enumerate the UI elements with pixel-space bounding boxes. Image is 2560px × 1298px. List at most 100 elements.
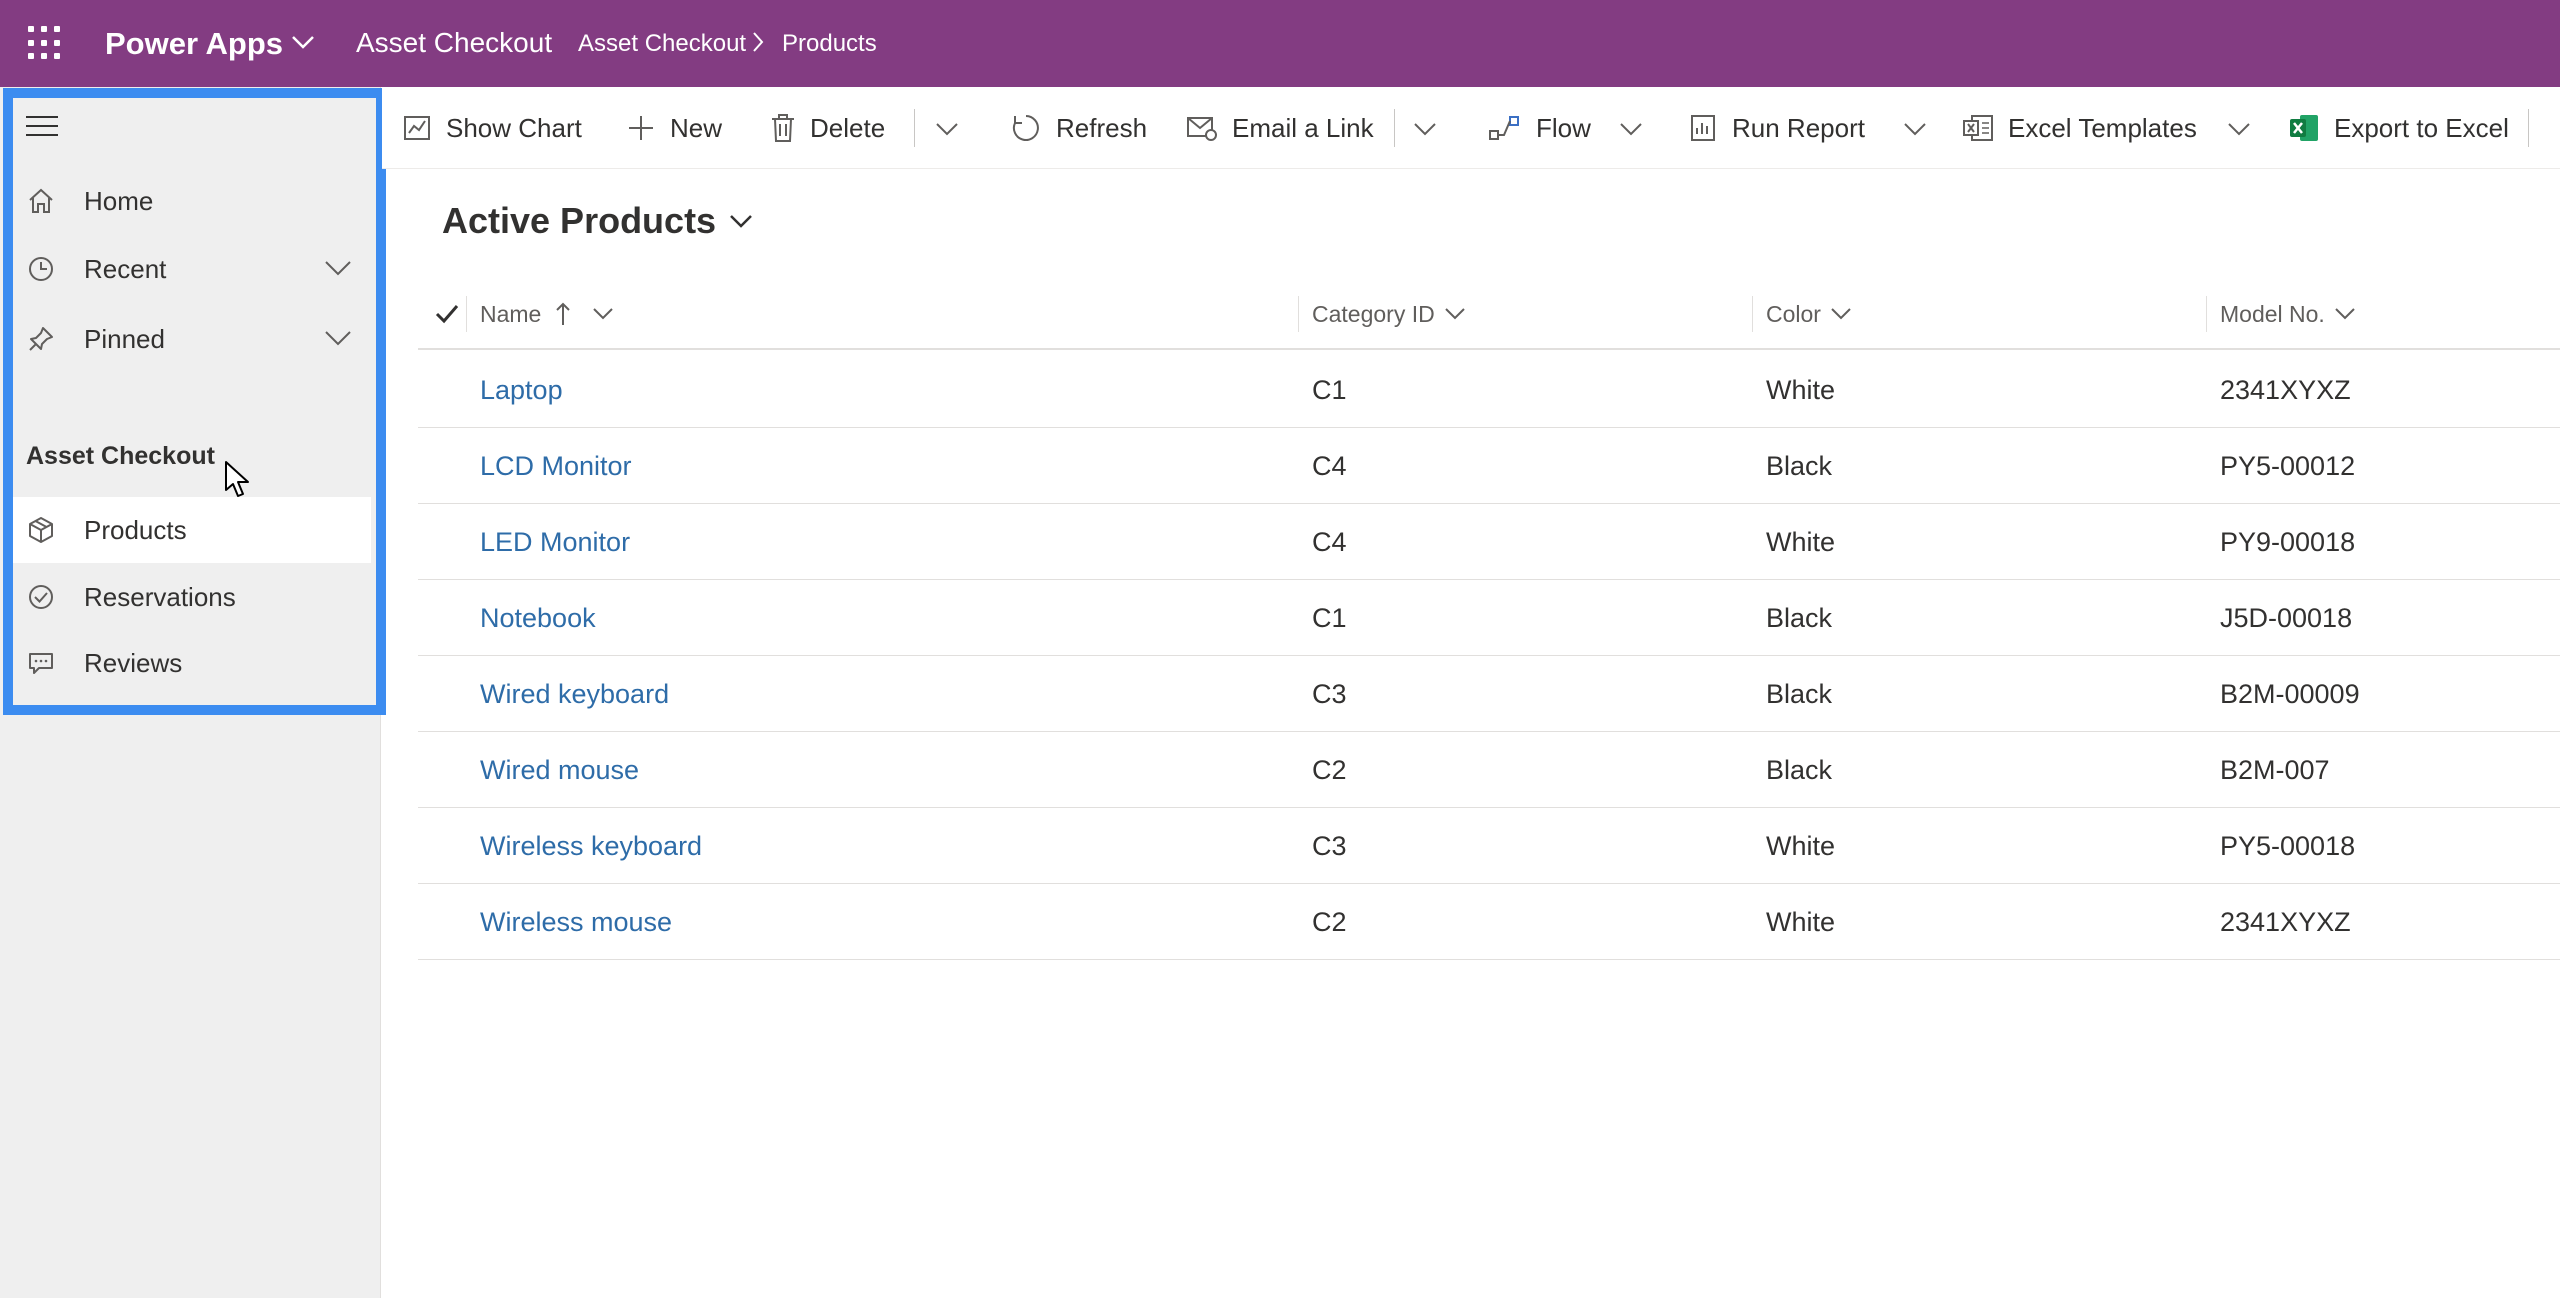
grid-header: Name Category ID Color Model No. bbox=[418, 278, 2560, 350]
chevron-down-icon[interactable] bbox=[1412, 121, 1438, 137]
export-excel-button[interactable]: Export to Excel bbox=[2288, 87, 2509, 169]
table-row[interactable]: LCD Monitor C4 Black PY5-00012 bbox=[418, 428, 2560, 504]
cell-name[interactable]: Wireless mouse bbox=[480, 884, 672, 960]
cell-name[interactable]: Notebook bbox=[480, 580, 596, 656]
clock-icon bbox=[29, 257, 53, 281]
chevron-down-icon bbox=[730, 215, 752, 228]
cell-category: C2 bbox=[1312, 906, 1347, 937]
table-row[interactable]: LED Monitor C4 White PY9-00018 bbox=[418, 504, 2560, 580]
app-name[interactable]: Power Apps bbox=[105, 26, 283, 62]
chart-icon bbox=[404, 116, 430, 140]
pin-icon bbox=[29, 327, 53, 351]
column-header-model-no[interactable]: Model No. bbox=[2220, 278, 2357, 350]
column-divider bbox=[2206, 296, 2207, 332]
cell-name[interactable]: LCD Monitor bbox=[480, 428, 632, 504]
sidebar-section-label: Asset Checkout bbox=[26, 442, 215, 470]
select-all-checkmark-icon[interactable] bbox=[434, 302, 460, 326]
table-row[interactable]: Wireless keyboard C3 White PY5-00018 bbox=[418, 808, 2560, 884]
cell-model: PY5-00012 bbox=[2220, 450, 2356, 481]
sidebar-item-label: Products bbox=[84, 514, 187, 545]
chevron-down-icon[interactable] bbox=[323, 258, 353, 278]
delete-label: Delete bbox=[810, 112, 886, 143]
delete-button[interactable]: Delete bbox=[770, 87, 885, 169]
cell-color: Black bbox=[1766, 754, 1833, 785]
column-header-color[interactable]: Color bbox=[1766, 278, 1853, 350]
table-row[interactable]: Wired mouse C2 Black B2M-007 bbox=[418, 732, 2560, 808]
chevron-down-icon[interactable] bbox=[934, 121, 960, 137]
sidebar-item-label: Reviews bbox=[84, 647, 183, 678]
column-header-label: Category ID bbox=[1312, 300, 1435, 327]
sidebar-item-pinned[interactable]: Pinned bbox=[10, 306, 371, 372]
cell-category: C1 bbox=[1312, 602, 1347, 633]
new-label: New bbox=[670, 112, 723, 143]
page-title: Active Products bbox=[442, 200, 717, 241]
cell-color: White bbox=[1766, 906, 1836, 937]
sidebar-item-recent[interactable]: Recent bbox=[10, 236, 371, 302]
chevron-down-icon[interactable] bbox=[1902, 121, 1928, 137]
view-selector[interactable]: Active Products bbox=[442, 200, 754, 242]
chevron-down-icon[interactable] bbox=[323, 328, 353, 348]
sidebar-item-home[interactable]: Home bbox=[10, 168, 371, 234]
app-title[interactable]: Asset Checkout bbox=[356, 27, 552, 59]
column-header-label: Color bbox=[1766, 300, 1821, 327]
cell-name[interactable]: Wireless keyboard bbox=[480, 808, 702, 884]
email-link-button[interactable]: Email a Link bbox=[1186, 87, 1374, 169]
divider bbox=[914, 109, 915, 147]
cell-model: J5D-00018 bbox=[2220, 602, 2353, 633]
chevron-down-icon[interactable] bbox=[2226, 121, 2252, 137]
cell-name[interactable]: Laptop bbox=[480, 352, 563, 428]
sidebar-item-label: Home bbox=[84, 185, 154, 216]
sidebar-item-reviews[interactable]: Reviews bbox=[10, 630, 371, 696]
column-header-name[interactable]: Name bbox=[480, 278, 615, 350]
chevron-down-icon bbox=[593, 308, 614, 320]
excel-template-icon bbox=[1963, 115, 1993, 141]
flow-button[interactable]: Flow bbox=[1488, 87, 1591, 169]
column-header-label: Model No. bbox=[2220, 300, 2325, 327]
plus-icon bbox=[629, 116, 653, 140]
refresh-button[interactable]: Refresh bbox=[1010, 87, 1147, 169]
show-chart-label: Show Chart bbox=[446, 112, 582, 143]
cell-color: White bbox=[1766, 526, 1836, 557]
new-button[interactable]: New bbox=[626, 87, 722, 169]
cell-color: Black bbox=[1766, 602, 1833, 633]
sidebar-item-reservations[interactable]: Reservations bbox=[10, 564, 371, 630]
refresh-label: Refresh bbox=[1056, 112, 1148, 143]
run-report-button[interactable]: Run Report bbox=[1688, 87, 1865, 169]
cell-category: C4 bbox=[1312, 526, 1347, 557]
breadcrumb-app[interactable]: Asset Checkout bbox=[578, 30, 746, 58]
column-header-label: Name bbox=[480, 300, 542, 327]
cell-color: Black bbox=[1766, 450, 1833, 481]
mouse-cursor-icon bbox=[225, 461, 249, 497]
cell-name[interactable]: Wired keyboard bbox=[480, 656, 669, 732]
table-row[interactable]: Laptop C1 White 2341XYXZ bbox=[418, 352, 2560, 428]
column-divider bbox=[1752, 296, 1753, 332]
chevron-down-icon[interactable] bbox=[290, 32, 316, 52]
cell-name[interactable]: Wired mouse bbox=[480, 732, 639, 808]
email-link-label: Email a Link bbox=[1232, 112, 1374, 143]
column-divider bbox=[1298, 296, 1299, 332]
cell-category: C2 bbox=[1312, 754, 1347, 785]
breadcrumb-page[interactable]: Products bbox=[782, 30, 877, 58]
top-bar: Power Apps Asset Checkout Asset Checkout… bbox=[0, 0, 2560, 87]
app-launcher-icon[interactable] bbox=[28, 26, 62, 60]
excel-icon bbox=[2290, 115, 2318, 141]
hamburger-menu-icon[interactable] bbox=[26, 116, 58, 140]
table-row[interactable]: Wireless mouse C2 White 2341XYXZ bbox=[418, 884, 2560, 960]
excel-templates-button[interactable]: Excel Templates bbox=[1962, 87, 2197, 169]
show-chart-button[interactable]: Show Chart bbox=[402, 87, 582, 169]
cell-model: PY9-00018 bbox=[2220, 526, 2356, 557]
cell-color: Black bbox=[1766, 678, 1833, 709]
cell-name[interactable]: LED Monitor bbox=[480, 504, 630, 580]
report-icon bbox=[1691, 115, 1715, 141]
chevron-down-icon[interactable] bbox=[1618, 121, 1644, 137]
table-row[interactable]: Notebook C1 Black J5D-00018 bbox=[418, 580, 2560, 656]
sidebar-item-label: Pinned bbox=[84, 323, 165, 354]
chevron-down-icon bbox=[1445, 308, 1465, 320]
cell-color: White bbox=[1766, 374, 1836, 405]
divider bbox=[2528, 109, 2529, 147]
table-row[interactable]: Wired keyboard C3 Black B2M-00009 bbox=[418, 656, 2560, 732]
column-header-category-id[interactable]: Category ID bbox=[1312, 278, 1467, 350]
email-link-icon bbox=[1187, 117, 1217, 141]
sidebar-item-products[interactable]: Products bbox=[10, 497, 371, 563]
sidebar-item-label: Recent bbox=[84, 253, 167, 284]
